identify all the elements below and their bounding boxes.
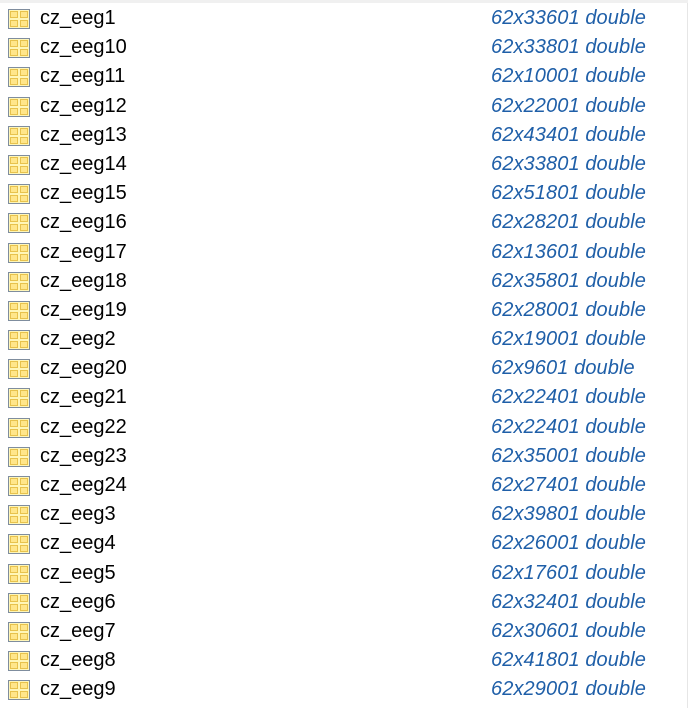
variable-value: 62x22401 double (491, 386, 646, 409)
variable-value: 62x51801 double (491, 182, 646, 205)
variable-row[interactable]: cz_eeg4 62x26001 double (0, 529, 688, 558)
variable-value: 62x26001 double (491, 532, 646, 555)
matrix-grid-icon (8, 9, 30, 29)
variable-row[interactable]: cz_eeg20 62x9601 double (0, 354, 688, 383)
variable-name: cz_eeg14 (40, 152, 127, 175)
matrix-grid-icon (8, 184, 30, 205)
variable-row[interactable]: cz_eeg8 62x41801 double (0, 646, 688, 675)
variable-row[interactable]: cz_eeg22 62x22401 double (0, 413, 688, 442)
variable-name: cz_eeg22 (40, 415, 127, 438)
variable-value: 62x33801 double (491, 36, 646, 59)
variable-name: cz_eeg5 (40, 561, 116, 584)
variable-row[interactable]: cz_eeg10 62x33801 double (0, 33, 688, 62)
variable-value: 62x29001 double (491, 678, 646, 701)
variable-name: cz_eeg2 (40, 328, 116, 351)
variable-name: cz_eeg7 (40, 619, 116, 642)
variable-row[interactable]: cz_eeg11 62x10001 double (0, 62, 688, 91)
matrix-grid-icon (8, 651, 30, 672)
variable-name: cz_eeg21 (40, 386, 127, 409)
variable-name: cz_eeg24 (40, 474, 127, 496)
variable-value: 62x22401 double (491, 415, 646, 438)
matrix-grid-icon (8, 446, 30, 467)
variable-list: cz_eeg1 62x33601 double cz_eeg10 62x3380… (0, 4, 688, 705)
matrix-grid-icon (8, 300, 30, 321)
variable-row[interactable]: cz_eeg24 62x27401 double (0, 471, 688, 500)
variable-name: cz_eeg6 (40, 590, 116, 613)
variable-value: 62x33801 double (491, 152, 646, 175)
variable-row[interactable]: cz_eeg5 62x17601 double (0, 559, 688, 588)
matrix-grid-icon (8, 330, 30, 351)
variable-row[interactable]: cz_eeg23 62x35001 double (0, 442, 688, 471)
matrix-grid-icon (8, 534, 30, 555)
variable-name: cz_eeg11 (40, 65, 126, 88)
variable-name: cz_eeg17 (40, 240, 127, 263)
variable-row[interactable]: cz_eeg16 62x28201 double (0, 208, 688, 237)
matrix-grid-icon (8, 38, 30, 59)
variable-value: 62x35801 double (491, 269, 646, 292)
variable-name: cz_eeg12 (40, 94, 127, 117)
variable-row[interactable]: cz_eeg19 62x28001 double (0, 296, 688, 325)
variable-name: cz_eeg13 (40, 123, 127, 146)
variable-row[interactable]: cz_eeg14 62x33801 double (0, 150, 688, 179)
variable-value: 62x30601 double (491, 619, 646, 642)
variable-name: cz_eeg8 (40, 649, 116, 672)
variable-name: cz_eeg10 (40, 36, 127, 59)
matrix-grid-icon (8, 563, 30, 584)
panel-top-divider (0, 0, 688, 3)
variable-row[interactable]: cz_eeg17 62x13601 double (0, 238, 688, 267)
variable-value: 62x28201 double (491, 211, 646, 234)
variable-value: 62x41801 double (491, 649, 646, 672)
variable-name: cz_eeg4 (40, 532, 116, 555)
matrix-grid-icon (8, 213, 30, 234)
workspace-variable-panel: cz_eeg1 62x33601 double cz_eeg10 62x3380… (0, 0, 688, 708)
matrix-grid-icon (8, 476, 30, 496)
variable-value: 62x19001 double (491, 328, 646, 351)
variable-row[interactable]: cz_eeg3 62x39801 double (0, 500, 688, 529)
matrix-grid-icon (8, 621, 30, 642)
matrix-grid-icon (8, 592, 30, 613)
matrix-grid-icon (8, 417, 30, 438)
variable-name: cz_eeg16 (40, 211, 127, 234)
variable-name: cz_eeg18 (40, 269, 127, 292)
variable-value: 62x17601 double (491, 561, 646, 584)
variable-name: cz_eeg15 (40, 182, 127, 205)
variable-value: 62x13601 double (491, 240, 646, 263)
variable-name: cz_eeg19 (40, 298, 127, 321)
matrix-grid-icon (8, 359, 30, 380)
variable-row[interactable]: cz_eeg12 62x22001 double (0, 92, 688, 121)
variable-value: 62x33601 double (491, 7, 646, 29)
variable-value: 62x22001 double (491, 94, 646, 117)
variable-value: 62x43401 double (491, 123, 646, 146)
variable-value: 62x28001 double (491, 298, 646, 321)
variable-row[interactable]: cz_eeg9 62x29001 double (0, 675, 688, 704)
variable-name: cz_eeg23 (40, 444, 127, 467)
matrix-grid-icon (8, 680, 30, 701)
matrix-grid-icon (8, 154, 30, 175)
variable-value: 62x27401 double (491, 474, 646, 496)
matrix-grid-icon (8, 505, 30, 526)
matrix-grid-icon (8, 67, 30, 88)
variable-value: 62x32401 double (491, 590, 646, 613)
variable-name: cz_eeg1 (40, 7, 116, 29)
variable-row[interactable]: cz_eeg6 62x32401 double (0, 588, 688, 617)
variable-row[interactable]: cz_eeg1 62x33601 double (0, 4, 688, 33)
variable-value: 62x9601 double (491, 357, 635, 380)
matrix-grid-icon (8, 271, 30, 292)
matrix-grid-icon (8, 388, 30, 409)
variable-row[interactable]: cz_eeg21 62x22401 double (0, 383, 688, 412)
variable-row[interactable]: cz_eeg15 62x51801 double (0, 179, 688, 208)
variable-value: 62x10001 double (491, 65, 646, 88)
variable-row[interactable]: cz_eeg7 62x30601 double (0, 617, 688, 646)
matrix-grid-icon (8, 125, 30, 146)
variable-name: cz_eeg3 (40, 503, 116, 526)
variable-row[interactable]: cz_eeg13 62x43401 double (0, 121, 688, 150)
matrix-grid-icon (8, 96, 30, 117)
variable-value: 62x35001 double (491, 444, 646, 467)
variable-name: cz_eeg20 (40, 357, 127, 380)
variable-value: 62x39801 double (491, 503, 646, 526)
variable-row[interactable]: cz_eeg2 62x19001 double (0, 325, 688, 354)
matrix-grid-icon (8, 242, 30, 263)
variable-name: cz_eeg9 (40, 678, 116, 701)
variable-row[interactable]: cz_eeg18 62x35801 double (0, 267, 688, 296)
